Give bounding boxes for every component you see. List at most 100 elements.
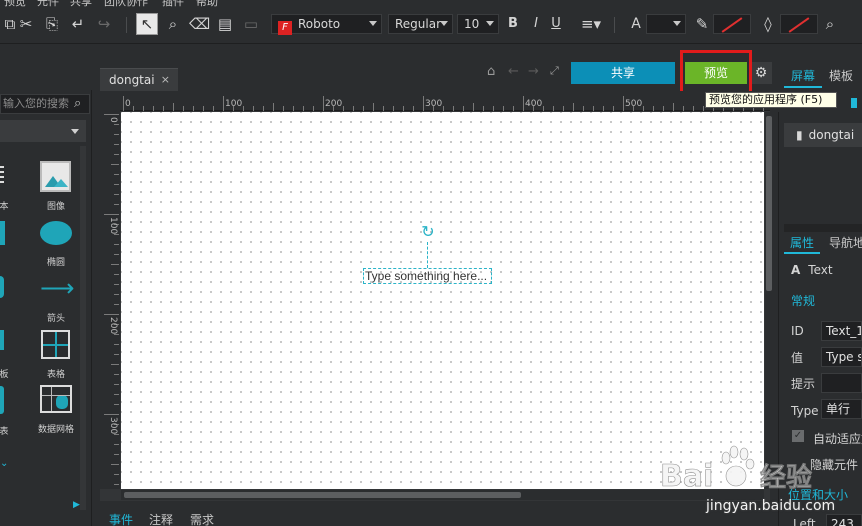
ruler-tick <box>114 344 119 345</box>
type-select[interactable]: 单行 <box>821 399 862 419</box>
palette-label: 箭头 <box>46 314 65 324</box>
chevron-down-icon <box>486 21 494 26</box>
tab-navigation-map[interactable]: 导航地图 <box>826 234 862 254</box>
ruler-tick <box>104 414 119 415</box>
ruler-tick <box>413 106 414 111</box>
menu-item-plugins[interactable]: 插件 <box>162 0 184 8</box>
italic-button[interactable]: I <box>526 14 546 34</box>
tab-events[interactable]: 事件 <box>109 511 133 526</box>
arrow-icon[interactable]: ⟶ <box>40 276 74 300</box>
ruler-tick <box>111 164 119 165</box>
preview-tooltip: 预览您的应用程序 (F5) <box>705 92 837 108</box>
ruler-tick <box>104 314 119 315</box>
ruler-tick <box>313 106 314 111</box>
text-widget[interactable]: Type something here... <box>363 268 492 284</box>
chevron-down-icon[interactable]: ⌄ <box>0 458 8 469</box>
panel-divider[interactable] <box>784 224 862 232</box>
fill-color-swatch[interactable] <box>780 14 818 34</box>
stroke-color-swatch[interactable] <box>713 14 751 34</box>
underline-button[interactable]: U <box>546 14 566 34</box>
ruler-tick <box>114 484 119 485</box>
gear-icon[interactable]: ⚙ <box>750 62 772 84</box>
eraser-icon[interactable]: ⌫ <box>189 14 210 34</box>
pen-icon[interactable]: ✎ <box>692 14 712 34</box>
fill-drop-icon[interactable]: ◊ <box>758 14 778 34</box>
align-icon[interactable]: ≡▾ <box>578 14 604 34</box>
format-painter-icon[interactable]: ▤ <box>215 14 235 34</box>
ruler-tick <box>303 106 304 111</box>
ruler-tick <box>573 103 574 111</box>
search-icon[interactable]: ⌕ <box>74 96 81 111</box>
horizontal-scroll-thumb[interactable] <box>124 492 521 498</box>
value-field[interactable]: Type something here... <box>821 347 862 367</box>
ruler-number: 100 <box>225 99 243 109</box>
ruler-tick <box>114 144 119 145</box>
text-type-icon: A <box>791 263 801 277</box>
font-icon: F <box>278 21 292 35</box>
element-type-label: Text <box>808 263 833 277</box>
ruler-tick <box>493 106 494 111</box>
menu-item-team[interactable]: 团队协作 <box>104 0 148 8</box>
search-icon[interactable]: ⌕ <box>820 14 840 34</box>
back-icon[interactable]: ← <box>508 64 519 79</box>
rounded-rect-icon[interactable] <box>0 276 4 298</box>
tab-screens[interactable]: 屏幕 <box>784 66 822 88</box>
chevron-right-icon[interactable]: ▶ <box>73 500 80 510</box>
panel-toggle-icon[interactable] <box>851 98 857 108</box>
rectangle-icon[interactable] <box>0 221 5 245</box>
ellipse-icon[interactable] <box>40 221 72 245</box>
text-color-select[interactable] <box>646 14 686 34</box>
home-icon[interactable]: ⌂ <box>487 64 495 79</box>
tab-properties[interactable]: 属性 <box>784 234 820 254</box>
datagrid-icon[interactable] <box>40 385 72 413</box>
redo-icon[interactable]: ↪ <box>94 14 114 34</box>
vertical-scroll-thumb[interactable] <box>766 116 772 291</box>
font-size-select[interactable]: 10 <box>457 14 499 34</box>
ruler-tick <box>213 106 214 111</box>
image-icon[interactable] <box>40 161 71 192</box>
menu-item-preview[interactable]: 预览 <box>4 0 26 8</box>
library-select[interactable] <box>0 120 86 142</box>
undo-icon[interactable]: ↵ <box>68 14 88 34</box>
tab-requirements[interactable]: 需求 <box>190 511 214 526</box>
ruler-tick <box>463 106 464 111</box>
zoom-icon[interactable]: ⌕ <box>163 14 183 34</box>
scrollbar[interactable] <box>80 146 86 510</box>
ruler-tick <box>104 214 119 215</box>
text-color-button[interactable]: A <box>626 14 646 34</box>
font-weight-select[interactable]: Regular <box>388 14 453 34</box>
share-button[interactable]: 共享 <box>571 62 675 84</box>
style-icon[interactable]: ▭ <box>241 14 261 34</box>
id-field[interactable]: Text_1 <box>821 321 862 341</box>
ruler-tick <box>323 96 324 111</box>
forward-icon[interactable]: → <box>528 64 539 79</box>
close-icon[interactable]: × <box>161 69 170 91</box>
font-family-select[interactable]: F Roboto <box>271 14 382 35</box>
paste-icon[interactable]: ⎘ <box>42 14 62 34</box>
tab-templates[interactable]: 模板 <box>826 66 862 88</box>
palette-item-text[interactable] <box>0 162 8 190</box>
tab-label: dongtai <box>109 73 155 87</box>
panel-icon[interactable] <box>0 330 4 350</box>
ruler-tick <box>703 106 704 111</box>
rotate-icon[interactable]: ↻ <box>419 223 437 241</box>
tab-notes[interactable]: 注释 <box>149 511 173 526</box>
design-page[interactable] <box>121 112 764 489</box>
table-icon[interactable] <box>41 330 70 359</box>
menu-item-share[interactable]: 共享 <box>70 0 92 8</box>
select-cursor-icon[interactable]: ↖ <box>136 13 158 35</box>
expand-icon[interactable]: ⤢ <box>550 64 559 78</box>
search-placeholder: 输入您的搜索 <box>3 97 69 110</box>
menu-item-elements[interactable]: 元件 <box>37 0 59 8</box>
tab-dongtai[interactable]: dongtai × <box>100 68 178 91</box>
section-general: 常规 <box>791 294 816 308</box>
ruler-tick <box>263 106 264 111</box>
ruler-tick <box>483 106 484 111</box>
hint-field[interactable] <box>821 373 862 393</box>
cut-icon[interactable]: ✂ <box>16 14 36 34</box>
bold-button[interactable]: B <box>503 14 523 34</box>
screen-item-dongtai[interactable]: ▮ dongtai <box>784 123 862 147</box>
ruler-tick <box>143 106 144 111</box>
list-icon[interactable] <box>0 386 4 414</box>
menu-item-help[interactable]: 帮助 <box>196 0 218 8</box>
